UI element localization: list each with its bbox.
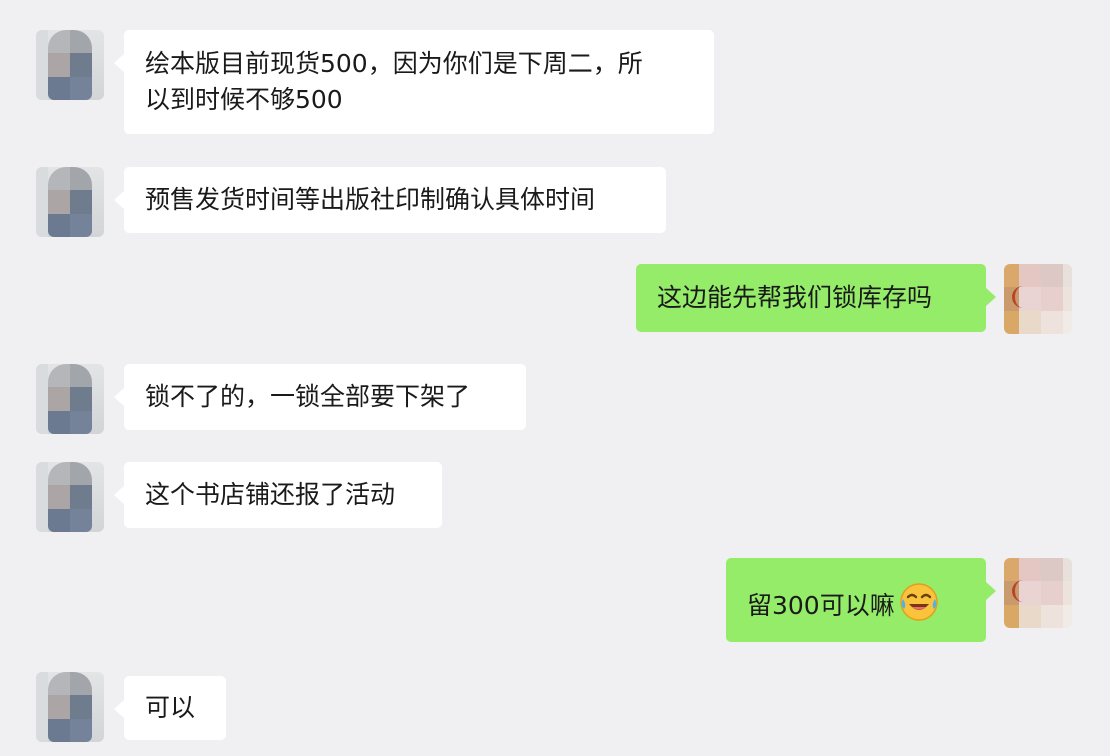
pixelated-avatar-image: [48, 462, 92, 532]
laughing-crying-face-icon: [899, 582, 939, 622]
message-bubble-incoming[interactable]: 预售发货时间等出版社印制确认具体时间: [114, 167, 666, 233]
message-bubble-incoming[interactable]: 锁不了的，一锁全部要下架了: [114, 364, 526, 430]
contact-avatar[interactable]: [36, 30, 104, 100]
message-text: 留300可以嘛: [747, 591, 895, 620]
pixelated-avatar-image: [48, 672, 92, 742]
contact-avatar[interactable]: [36, 364, 104, 434]
message-bubble-outgoing[interactable]: 留300可以嘛: [726, 558, 996, 642]
chat-window: 绘本版目前现货500，因为你们是下周二，所 以到时候不够500 预售发货时间等出…: [0, 0, 1110, 756]
user-avatar[interactable]: [1004, 264, 1072, 334]
message-text: 这边能先帮我们锁库存吗: [657, 283, 933, 312]
message-text: 预售发货时间等出版社印制确认具体时间: [145, 185, 596, 214]
message-bubble-incoming[interactable]: 绘本版目前现货500，因为你们是下周二，所 以到时候不够500: [114, 30, 714, 134]
contact-avatar[interactable]: [36, 672, 104, 742]
message-text: 这个书店铺还报了活动: [145, 480, 396, 509]
message-bubble-incoming[interactable]: 可以: [114, 676, 226, 740]
message-text: 可以: [145, 693, 196, 722]
contact-avatar[interactable]: [36, 462, 104, 532]
message-text: 绘本版目前现货500，因为你们是下周二，所: [145, 49, 643, 78]
pixelated-avatar-image: [48, 167, 92, 237]
message-bubble-outgoing[interactable]: 这边能先帮我们锁库存吗: [636, 264, 996, 332]
user-avatar[interactable]: [1004, 558, 1072, 628]
pixelated-avatar-image: [48, 30, 92, 100]
message-text: 以到时候不够500: [145, 85, 343, 114]
contact-avatar[interactable]: [36, 167, 104, 237]
message-text: 锁不了的，一锁全部要下架了: [145, 382, 471, 411]
message-bubble-incoming[interactable]: 这个书店铺还报了活动: [114, 462, 442, 528]
pixelated-avatar-image: [48, 364, 92, 434]
